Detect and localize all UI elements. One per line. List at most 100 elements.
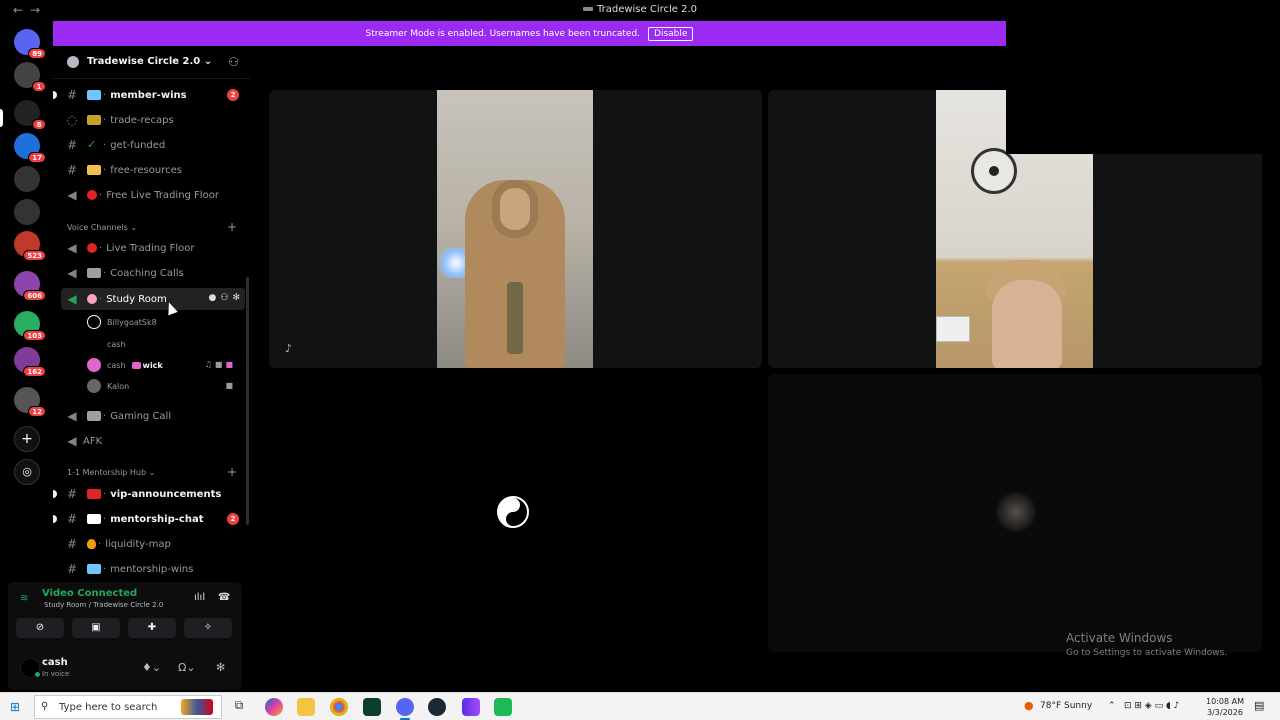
- voice-coaching-calls[interactable]: ◀ · Coaching Calls: [61, 262, 245, 284]
- participant-tag: wick: [131, 361, 163, 370]
- voice-study-room[interactable]: ◀ · Study Room ● ⚇ ✻: [61, 288, 245, 310]
- invite-icon[interactable]: ⚇: [220, 293, 228, 303]
- noise-suppression-icon[interactable]: ılıl: [194, 592, 205, 603]
- app-icon[interactable]: [494, 698, 512, 716]
- invite-people-icon[interactable]: ⚇: [228, 55, 239, 69]
- clock-time: 10:08 AM: [1206, 697, 1244, 706]
- terminal-icon[interactable]: [363, 698, 381, 716]
- channel-get-funded[interactable]: # ✓ · get-funded: [61, 134, 245, 156]
- activities-button[interactable]: ✚: [128, 618, 176, 638]
- add-channel-icon[interactable]: +: [227, 220, 237, 234]
- file-explorer-icon[interactable]: [297, 698, 315, 716]
- hash-icon: #: [66, 88, 78, 102]
- server-icon[interactable]: [14, 166, 40, 192]
- channel-label: Coaching Calls: [110, 267, 184, 279]
- microphone-icon[interactable]: ♦⌄: [142, 661, 161, 674]
- channel-free-resources[interactable]: # · free-resources: [61, 159, 245, 181]
- windows-taskbar: ⊞ ⚲ Type here to search ⧉ ● 78°F Sunny ⌃…: [0, 692, 1280, 720]
- voice-afk[interactable]: ◀ AFK: [61, 430, 245, 452]
- channel-vip-announcements[interactable]: # · vip-announcements: [61, 483, 245, 505]
- banner-text: Streamer Mode is enabled. Usernames have…: [365, 28, 641, 39]
- voice-location[interactable]: Study Room / Tradewise Circle 2.0: [44, 601, 163, 609]
- user-panel: cash In voice ♦⌄ Ω⌄ ✻: [16, 656, 236, 682]
- system-clock[interactable]: 10:08 AM 3/3/2026: [1206, 696, 1244, 718]
- hash-icon: #: [66, 562, 78, 576]
- disable-streamer-mode-button[interactable]: Disable: [648, 26, 694, 41]
- server-icon[interactable]: [14, 199, 40, 225]
- search-placeholder: Type here to search: [59, 702, 158, 713]
- video-tile[interactable]: [768, 374, 1262, 652]
- steam-icon[interactable]: [428, 698, 446, 716]
- hash-icon: #: [66, 163, 78, 177]
- voice-participant[interactable]: BillygoatSk8: [87, 312, 237, 332]
- discord-icon[interactable]: [396, 698, 414, 716]
- server-folder-icon[interactable]: 103: [14, 311, 46, 341]
- red-circle-emoji-icon: [87, 243, 97, 253]
- channel-liquidity-map[interactable]: # · liquidity-map: [61, 533, 245, 555]
- user-settings-gear-icon[interactable]: ✻: [216, 661, 225, 674]
- server-icon[interactable]: 17: [14, 133, 46, 163]
- voice-live-trading-floor[interactable]: ◀ · Live Trading Floor: [61, 237, 245, 259]
- hash-icon: #: [66, 512, 78, 526]
- server-folder-icon[interactable]: 162: [14, 347, 46, 377]
- red-circle-emoji-icon: [87, 190, 97, 200]
- voice-participant[interactable]: Kalon ■: [87, 376, 237, 396]
- add-channel-icon[interactable]: +: [227, 465, 237, 479]
- channel-mentorship-wins[interactable]: # · mentorship-wins: [61, 558, 245, 580]
- voice-gaming-call[interactable]: ◀ · Gaming Call: [61, 405, 245, 427]
- mentorship-hub-category[interactable]: 1-1 Mentorship Hub ⌄ +: [67, 465, 237, 479]
- home-server-icon[interactable]: 89: [14, 29, 46, 59]
- taskbar-search[interactable]: ⚲ Type here to search: [34, 695, 222, 719]
- clock-date: 3/3/2026: [1207, 708, 1243, 717]
- guild-name[interactable]: Tradewise Circle 2.0 ⌄: [87, 56, 212, 67]
- username[interactable]: cash: [42, 657, 68, 668]
- camera-feed: [437, 90, 593, 368]
- channel-member-wins[interactable]: # · member-wins 2: [61, 84, 245, 106]
- add-server-icon[interactable]: +: [14, 426, 40, 452]
- channel-label: mentorship-chat: [110, 513, 204, 525]
- channel-free-live-trading-floor[interactable]: ◀ · Free Live Trading Floor: [61, 184, 245, 206]
- voice-participant[interactable]: cash: [87, 334, 237, 354]
- held-object: [507, 282, 523, 354]
- task-view-icon[interactable]: ⧉: [230, 698, 248, 716]
- channel-mentorship-chat[interactable]: # · mentorship-chat 2: [61, 508, 245, 530]
- unread-indicator: [53, 490, 57, 498]
- server-icon[interactable]: 8: [14, 100, 46, 130]
- channel-trade-recaps[interactable]: ◌ · trade-recaps: [61, 109, 245, 131]
- discover-icon[interactable]: ◎: [14, 459, 40, 485]
- laptop-emoji-icon: [87, 268, 101, 278]
- voice-channels-category[interactable]: Voice Channels ⌄ +: [67, 220, 237, 234]
- copilot-icon[interactable]: [265, 698, 283, 716]
- tray-chevron-icon[interactable]: ⌃: [1108, 701, 1116, 711]
- guild-header[interactable]: Tradewise Circle 2.0 ⌄ ⚇: [53, 46, 250, 79]
- channel-label: mentorship-wins: [110, 563, 194, 575]
- chrome-icon[interactable]: [330, 698, 348, 716]
- unread-indicator: [53, 515, 57, 523]
- tray-icons[interactable]: ⊡ ⊞ ◈ ▭ ◖ ♪: [1124, 701, 1179, 711]
- disconnect-icon[interactable]: ☎: [218, 592, 230, 603]
- server-folder-icon[interactable]: 12: [14, 387, 46, 417]
- notification-icon[interactable]: ▤: [1254, 699, 1264, 712]
- server-badge: 17: [28, 152, 46, 163]
- video-tile[interactable]: ♪: [269, 90, 762, 368]
- weather-icon[interactable]: ●: [1024, 699, 1034, 712]
- voice-participant[interactable]: cash wick ♫ ■ ■: [87, 355, 237, 375]
- camera-off-button[interactable]: ⊘: [16, 618, 64, 638]
- sidebar-scrollbar[interactable]: [246, 277, 249, 525]
- weather-text[interactable]: 78°F Sunny: [1040, 701, 1092, 711]
- server-icon[interactable]: 1: [14, 62, 46, 92]
- headphones-icon[interactable]: Ω⌄: [178, 661, 196, 674]
- video-tile[interactable]: [269, 374, 762, 652]
- server-folder-icon[interactable]: 523: [14, 231, 46, 261]
- signal-icon[interactable]: ≋: [20, 593, 28, 604]
- voice-status: Video Connected: [42, 588, 138, 599]
- server-folder-icon[interactable]: 606: [14, 271, 46, 301]
- settings-gear-icon[interactable]: ✻: [232, 293, 240, 303]
- gem-emoji-icon: [87, 90, 101, 100]
- soundboard-button[interactable]: ✧: [184, 618, 232, 638]
- chat-icon[interactable]: ●: [209, 293, 217, 303]
- windows-start-icon[interactable]: ⊞: [10, 700, 20, 714]
- air-conditioner: [936, 316, 970, 342]
- screen-share-button[interactable]: ▣: [72, 618, 120, 638]
- app-icon[interactable]: [462, 698, 480, 716]
